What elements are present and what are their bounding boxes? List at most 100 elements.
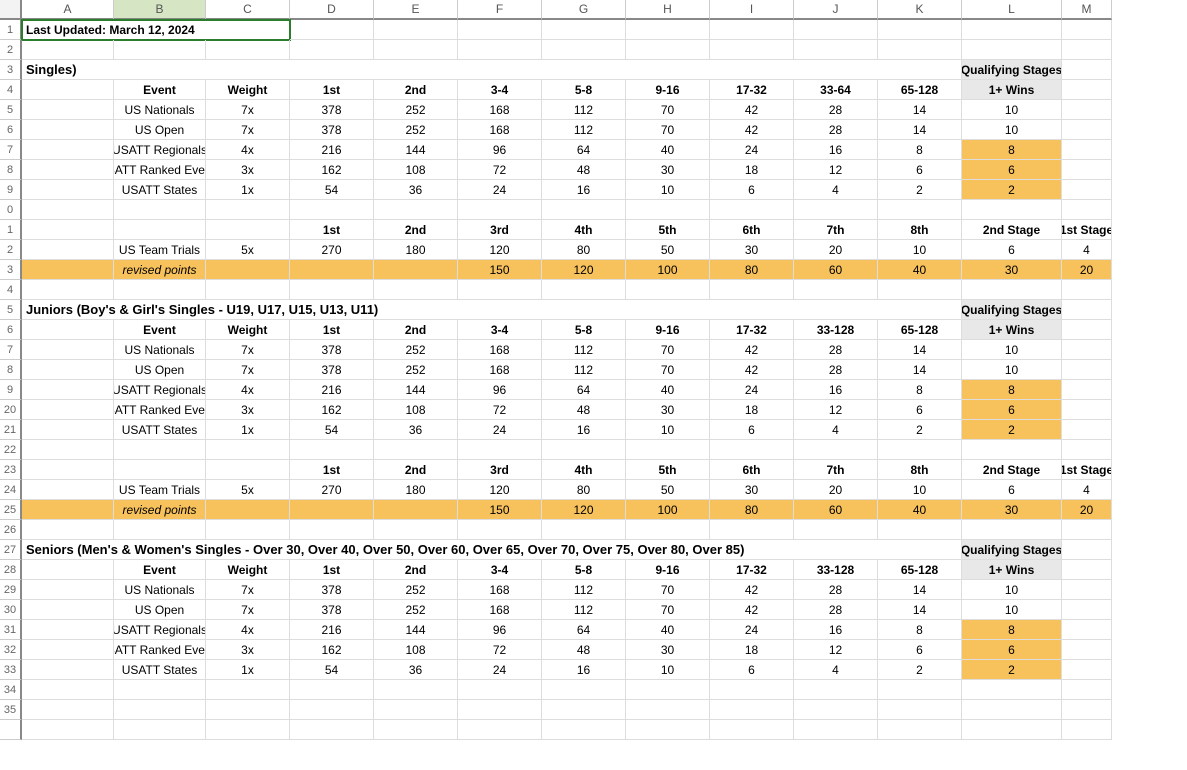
data-cell[interactable]: 20 [1062,260,1112,280]
cell[interactable] [962,720,1062,740]
data-cell[interactable]: 108 [374,640,458,660]
cell[interactable] [290,520,374,540]
col-header-D[interactable]: D [290,0,374,20]
data-cell[interactable]: 48 [542,400,626,420]
revised-label[interactable]: revised points [114,500,206,520]
cell[interactable] [22,100,114,120]
row-header[interactable]: 9 [0,180,22,200]
data-cell[interactable]: 108 [374,400,458,420]
cell[interactable] [1062,720,1112,740]
data-cell[interactable]: 96 [458,380,542,400]
cell[interactable] [1062,340,1112,360]
data-cell[interactable]: 42 [710,340,794,360]
cell[interactable] [22,620,114,640]
weight[interactable]: 4x [206,380,290,400]
data-cell[interactable]: 2 [962,180,1062,200]
row-header[interactable]: 20 [0,400,22,420]
data-cell[interactable]: 70 [626,100,710,120]
cell[interactable] [1062,700,1112,720]
data-cell[interactable]: 10 [878,240,962,260]
data-cell[interactable]: 14 [878,100,962,120]
cell[interactable] [794,720,878,740]
cell[interactable] [1062,160,1112,180]
cell[interactable] [22,420,114,440]
data-cell[interactable]: 2 [878,420,962,440]
event-name[interactable]: US Open [114,600,206,620]
data-cell[interactable]: 40 [878,500,962,520]
cell[interactable] [290,440,374,460]
data-cell[interactable]: 8 [962,620,1062,640]
cell[interactable] [1062,420,1112,440]
data-cell[interactable]: 6 [710,660,794,680]
data-cell[interactable]: 24 [458,420,542,440]
col-header-M[interactable]: M [1062,0,1112,20]
data-cell[interactable]: 10 [962,360,1062,380]
weight[interactable]: 4x [206,140,290,160]
cell[interactable] [206,260,290,280]
cell[interactable] [710,20,794,40]
data-cell[interactable]: 48 [542,640,626,660]
row-header[interactable]: 5 [0,100,22,120]
select-all-corner[interactable] [0,0,22,20]
data-cell[interactable]: 18 [710,160,794,180]
cell[interactable] [1062,560,1112,580]
event-name[interactable]: US Team Trials [114,480,206,500]
data-cell[interactable]: 10 [626,660,710,680]
data-cell[interactable]: 42 [710,120,794,140]
cell[interactable] [962,680,1062,700]
col-header-A[interactable]: A [22,0,114,20]
data-cell[interactable] [374,260,458,280]
cell[interactable] [962,200,1062,220]
data-cell[interactable]: 70 [626,580,710,600]
cell[interactable] [206,720,290,740]
data-cell[interactable]: 2 [962,420,1062,440]
data-cell[interactable]: 14 [878,340,962,360]
cell[interactable] [962,20,1062,40]
cell[interactable] [114,200,206,220]
cell[interactable] [22,400,114,420]
col-header-J[interactable]: J [794,0,878,20]
data-cell[interactable]: 120 [458,240,542,260]
cell[interactable] [962,700,1062,720]
col-header-B[interactable]: B [114,0,206,20]
data-cell[interactable]: 10 [962,120,1062,140]
data-cell[interactable]: 40 [626,620,710,640]
data-cell[interactable]: 252 [374,120,458,140]
cell[interactable] [458,40,542,60]
cell[interactable] [374,40,458,60]
cell[interactable] [374,720,458,740]
data-cell[interactable]: 80 [710,260,794,280]
cell[interactable] [22,560,114,580]
cell[interactable] [710,200,794,220]
data-cell[interactable]: 168 [458,340,542,360]
weight[interactable]: 1x [206,660,290,680]
weight[interactable]: 7x [206,340,290,360]
row-header[interactable]: 2 [0,240,22,260]
data-cell[interactable]: 36 [374,420,458,440]
cell[interactable] [290,280,374,300]
cell[interactable] [374,520,458,540]
cell[interactable] [794,280,878,300]
cell[interactable] [22,460,114,480]
data-cell[interactable]: 16 [794,380,878,400]
weight[interactable]: 4x [206,620,290,640]
cell[interactable] [22,600,114,620]
row-header[interactable] [0,720,22,740]
row-header[interactable]: 25 [0,500,22,520]
cell[interactable] [878,720,962,740]
cell[interactable] [626,720,710,740]
data-cell[interactable]: 96 [458,620,542,640]
cell[interactable] [626,40,710,60]
row-header[interactable]: 0 [0,200,22,220]
data-cell[interactable]: 36 [374,180,458,200]
data-cell[interactable]: 40 [626,380,710,400]
data-cell[interactable]: 16 [794,140,878,160]
cell[interactable] [22,340,114,360]
data-cell[interactable]: 24 [458,180,542,200]
event-name[interactable]: USATT States [114,180,206,200]
data-cell[interactable]: 180 [374,480,458,500]
cell[interactable] [962,280,1062,300]
data-cell[interactable]: 100 [626,500,710,520]
data-cell[interactable]: 30 [962,500,1062,520]
data-cell[interactable]: 64 [542,140,626,160]
